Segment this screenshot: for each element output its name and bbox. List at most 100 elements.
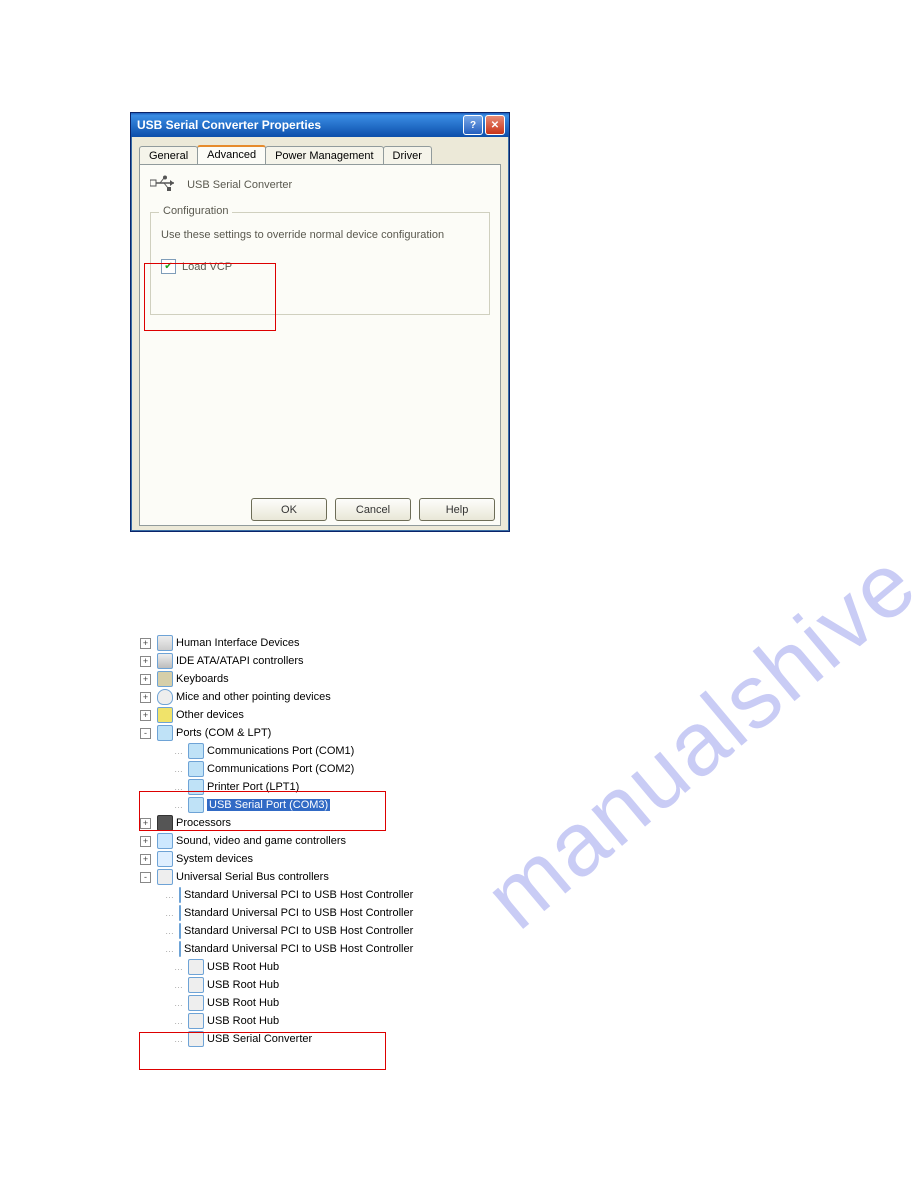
usbc-icon xyxy=(188,977,204,993)
tree-spacer xyxy=(160,1035,169,1044)
fieldset-description: Use these settings to override normal de… xyxy=(161,229,479,241)
tree-connector: … xyxy=(165,944,174,954)
tree-spacer xyxy=(160,783,169,792)
tree-node[interactable]: …USB Root Hub xyxy=(160,994,400,1012)
ok-button[interactable]: OK xyxy=(251,498,327,521)
tree-node[interactable]: … Communications Port (COM1) xyxy=(160,742,400,760)
tree-node[interactable]: …Standard Universal PCI to USB Host Cont… xyxy=(160,904,400,922)
tree-connector: … xyxy=(165,908,174,918)
tree-node-label: USB Root Hub xyxy=(207,1015,279,1027)
tree-node-label: USB Serial Converter xyxy=(207,1033,312,1045)
other-icon xyxy=(157,707,173,723)
expand-icon[interactable]: + xyxy=(140,854,151,865)
properties-dialog: USB Serial Converter Properties ? ✕ Gene… xyxy=(130,112,510,532)
tree-node-label: USB Serial Port (COM3) xyxy=(207,799,330,811)
tree-node[interactable]: …Communications Port (COM2) xyxy=(160,760,400,778)
tree-node[interactable]: + System devices xyxy=(140,850,400,868)
tree-node-label: Ports (COM & LPT) xyxy=(176,727,271,739)
tree-node[interactable]: … USB Serial Converter xyxy=(160,1030,400,1048)
usbc-icon xyxy=(188,1013,204,1029)
tree-node[interactable]: + Sound, video and game controllers xyxy=(140,832,400,850)
tree-node[interactable]: + Mice and other pointing devices xyxy=(140,688,400,706)
tab-power[interactable]: Power Management xyxy=(265,146,383,165)
tree-node-label: Sound, video and game controllers xyxy=(176,835,346,847)
usbc-icon xyxy=(188,959,204,975)
tree-node-label: USB Root Hub xyxy=(207,961,279,973)
expand-icon[interactable]: + xyxy=(140,818,151,829)
tree-connector: … xyxy=(174,800,183,810)
usbc-icon xyxy=(179,941,181,957)
kb-icon xyxy=(157,671,173,687)
expand-icon[interactable]: + xyxy=(140,638,151,649)
tree-node-label: Other devices xyxy=(176,709,244,721)
tab-general[interactable]: General xyxy=(139,146,198,165)
tree-node[interactable]: + Other devices xyxy=(140,706,400,724)
usbc-icon xyxy=(188,995,204,1011)
tree-connector: … xyxy=(165,890,174,900)
tree-spacer xyxy=(160,981,169,990)
tree-node[interactable]: … USB Root Hub xyxy=(160,1012,400,1030)
usbc-icon xyxy=(179,905,181,921)
port-icon xyxy=(188,797,204,813)
usbc-icon xyxy=(179,887,181,903)
tree-node-label: System devices xyxy=(176,853,253,865)
load-vcp-checkbox[interactable]: ✔ xyxy=(161,259,176,274)
port-icon xyxy=(188,743,204,759)
tree-node[interactable]: +IDE ATA/ATAPI controllers xyxy=(140,652,400,670)
usb-icon xyxy=(150,175,176,194)
tree-node[interactable]: …Standard Universal PCI to USB Host Cont… xyxy=(160,886,400,904)
expand-icon[interactable]: + xyxy=(140,674,151,685)
load-vcp-label: Load VCP xyxy=(182,261,232,273)
port-icon xyxy=(188,779,204,795)
load-vcp-row[interactable]: ✔ Load VCP xyxy=(161,259,479,274)
titlebar[interactable]: USB Serial Converter Properties ? ✕ xyxy=(131,113,509,137)
tree-node[interactable]: + Keyboards xyxy=(140,670,400,688)
tree-node[interactable]: +Human Interface Devices xyxy=(140,634,400,652)
expand-icon[interactable]: + xyxy=(140,692,151,703)
expand-icon[interactable]: + xyxy=(140,836,151,847)
tree-node[interactable]: …USB Root Hub xyxy=(160,958,400,976)
tree-node[interactable]: …Standard Universal PCI to USB Host Cont… xyxy=(160,940,400,958)
tree-node-label: Communications Port (COM1) xyxy=(207,745,354,757)
tree-node-label: Universal Serial Bus controllers xyxy=(176,871,329,883)
device-manager-tree: +Human Interface Devices+IDE ATA/ATAPI c… xyxy=(140,634,400,1048)
tree-connector: … xyxy=(174,980,183,990)
tree-node[interactable]: …Printer Port (LPT1) xyxy=(160,778,400,796)
help-icon[interactable]: ? xyxy=(463,115,483,135)
tree-node-label: Printer Port (LPT1) xyxy=(207,781,299,793)
tree-connector: … xyxy=(174,746,183,756)
tree-node[interactable]: …USB Root Hub xyxy=(160,976,400,994)
expand-icon[interactable]: + xyxy=(140,656,151,667)
tab-advanced[interactable]: Advanced xyxy=(197,145,266,164)
tree-connector: … xyxy=(165,926,174,936)
tree-node-label: USB Root Hub xyxy=(207,997,279,1009)
tree-node[interactable]: - Ports (COM & LPT) xyxy=(140,724,400,742)
tree-node-label: Mice and other pointing devices xyxy=(176,691,331,703)
tree-connector: … xyxy=(174,1034,183,1044)
usbc-icon xyxy=(188,1031,204,1047)
close-icon[interactable]: ✕ xyxy=(485,115,505,135)
ide-icon xyxy=(157,653,173,669)
usb-icon xyxy=(157,869,173,885)
usbc-icon xyxy=(179,923,181,939)
tree-node[interactable]: +Processors xyxy=(140,814,400,832)
tree-node-label: Keyboards xyxy=(176,673,229,685)
tree-spacer xyxy=(160,801,169,810)
tree-connector: … xyxy=(174,1016,183,1026)
tree-node[interactable]: …Standard Universal PCI to USB Host Cont… xyxy=(160,922,400,940)
mouse-icon xyxy=(157,689,173,705)
cancel-button[interactable]: Cancel xyxy=(335,498,411,521)
collapse-icon[interactable]: - xyxy=(140,728,151,739)
tree-node[interactable]: - Universal Serial Bus controllers xyxy=(140,868,400,886)
tree-node[interactable]: … USB Serial Port (COM3) xyxy=(160,796,400,814)
tabs-row: General Advanced Power Management Driver xyxy=(139,145,509,164)
device-label: USB Serial Converter xyxy=(187,179,292,191)
tree-node-label: Standard Universal PCI to USB Host Contr… xyxy=(184,907,413,919)
help-button[interactable]: Help xyxy=(419,498,495,521)
collapse-icon[interactable]: - xyxy=(140,872,151,883)
tab-driver[interactable]: Driver xyxy=(383,146,432,165)
port-icon xyxy=(157,725,173,741)
tree-spacer xyxy=(160,963,169,972)
tree-node-label: Standard Universal PCI to USB Host Contr… xyxy=(184,889,413,901)
expand-icon[interactable]: + xyxy=(140,710,151,721)
